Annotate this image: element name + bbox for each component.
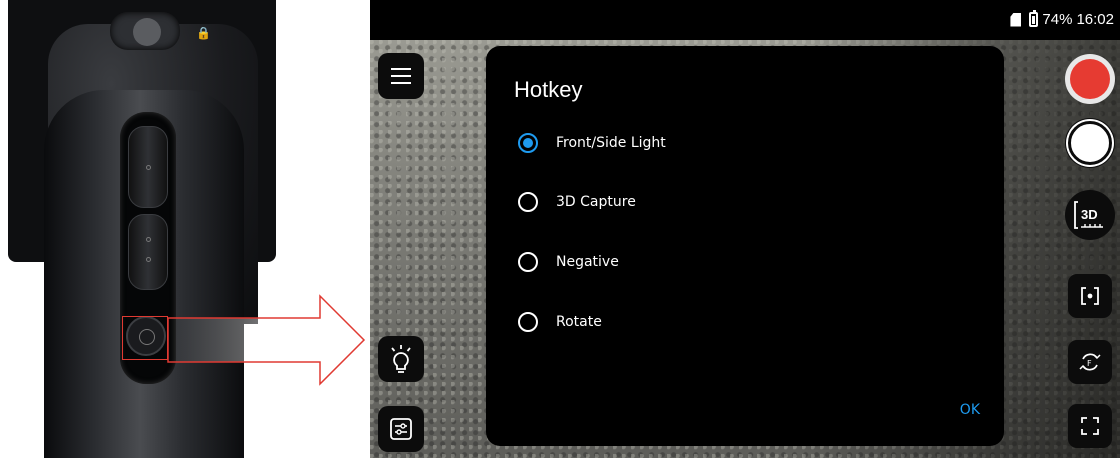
option-front-side-light[interactable]: Front/Side Light (518, 133, 666, 153)
radio-selected[interactable] (518, 133, 538, 153)
handle-knob-dot (133, 18, 161, 46)
focus-icon (1081, 287, 1099, 305)
option-rotate[interactable]: Rotate (518, 312, 602, 332)
menu-icon (391, 68, 411, 84)
handle-upper-button (128, 126, 168, 208)
radio-unselected[interactable] (518, 252, 538, 272)
adjust-button[interactable] (378, 406, 424, 452)
3d-capture-button[interactable]: 3D (1065, 190, 1115, 240)
hotkey-dialog: Hotkey Front/Side Light 3D Capture Negat… (486, 46, 1004, 446)
shutter-button[interactable] (1065, 118, 1115, 168)
arrow-icon (167, 294, 366, 386)
3d-measure-icon: 3D (1074, 201, 1103, 229)
fullscreen-button[interactable] (1068, 404, 1112, 448)
handle-lower-button (128, 214, 168, 290)
svg-text:F: F (1087, 359, 1092, 368)
sd-card-icon (1010, 12, 1022, 27)
status-bar: 74% 16:02 (370, 0, 1120, 40)
battery-level: 74% (1042, 11, 1073, 28)
focus-button[interactable] (1068, 274, 1112, 318)
light-button[interactable] (378, 336, 424, 382)
option-label: Negative (556, 254, 619, 270)
option-label: 3D Capture (556, 194, 636, 210)
handle-photo: 🔒 (0, 0, 370, 458)
status-indicators: 74% 16:02 (1010, 10, 1114, 28)
clock: 16:02 (1076, 11, 1114, 28)
flip-button[interactable]: F (1068, 340, 1112, 384)
record-button[interactable] (1065, 54, 1115, 104)
bulb-icon (391, 345, 411, 373)
battery-icon (1029, 10, 1039, 27)
button-dot (146, 237, 151, 242)
menu-button[interactable] (378, 53, 424, 99)
option-3d-capture[interactable]: 3D Capture (518, 192, 636, 212)
radio-unselected[interactable] (518, 312, 538, 332)
flip-camera-icon: F (1079, 353, 1101, 371)
fullscreen-icon (1081, 417, 1099, 435)
option-negative[interactable]: Negative (518, 252, 619, 272)
dialog-title: Hotkey (514, 77, 583, 102)
lock-icon: 🔒 (196, 26, 211, 40)
option-label: Front/Side Light (556, 135, 666, 151)
button-dot (146, 257, 151, 262)
button-dot (146, 165, 151, 170)
3d-label: 3D (1081, 207, 1098, 222)
sliders-icon (390, 418, 412, 440)
option-label: Rotate (556, 314, 602, 330)
radio-unselected[interactable] (518, 192, 538, 212)
ok-button[interactable]: OK (960, 402, 980, 418)
